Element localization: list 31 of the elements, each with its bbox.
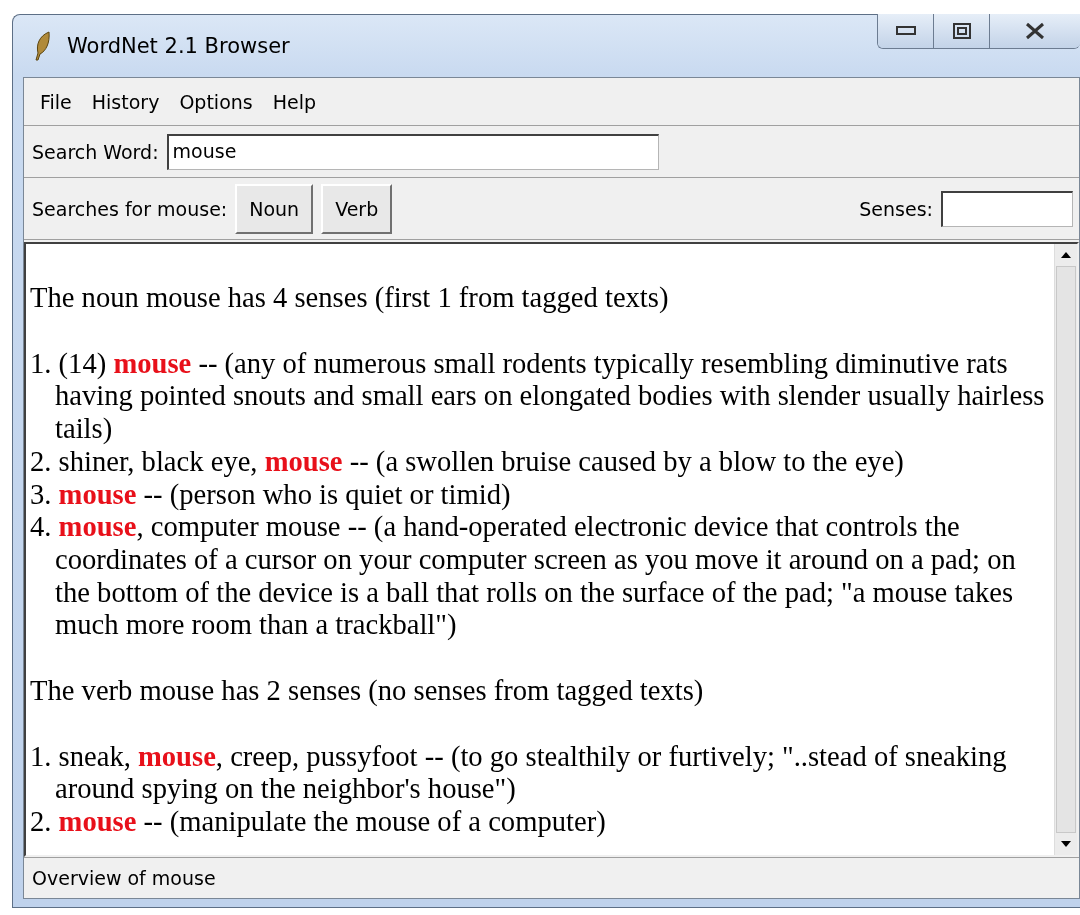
- search-field[interactable]: mouse: [166, 133, 659, 170]
- status-bar: Overview of mouse: [24, 857, 1079, 898]
- scrollbar[interactable]: [1054, 244, 1077, 855]
- minimize-button[interactable]: [878, 14, 934, 48]
- search-type-button[interactable]: Verb: [321, 183, 393, 234]
- scroll-up-icon[interactable]: [1061, 252, 1071, 258]
- maximize-button[interactable]: [934, 14, 990, 48]
- close-button[interactable]: [990, 14, 1080, 48]
- sense-entry: 4. mouse, computer mouse -- (a hand-operated electronic device that controls the coordinates of a cursor on your computer screen as you move it around on a pad; on the bottom of the device is a ball that rolls on the surface of the pad; "a mouse takes much more room than a trackball"): [30, 511, 1017, 643]
- search-label: Search Word:: [32, 140, 159, 163]
- senses-label: Senses:: [859, 197, 933, 220]
- maximize-icon: [952, 23, 971, 39]
- menu-item[interactable]: File: [30, 90, 82, 113]
- minimize-icon: [895, 26, 916, 36]
- menu-item[interactable]: Help: [262, 90, 327, 113]
- menu-item[interactable]: History: [81, 90, 170, 113]
- searches-label: Searches for mouse:: [32, 197, 228, 220]
- feather-icon: [33, 31, 53, 61]
- sense-entry: 1. (14) mouse -- (any of numerous small rodents typically resembling diminutive rats having pointed snouts and small ears on elongated bodies with slender usually hairless tails): [30, 347, 1046, 446]
- sense-entry: 3. mouse -- (person who is quiet or timid): [30, 478, 512, 512]
- scroll-down-icon[interactable]: [1061, 841, 1071, 847]
- section-heading: The verb mouse has 2 senses (no senses from tagged texts): [30, 675, 705, 708]
- window-title: WordNet 2.1 Browser: [67, 34, 290, 58]
- search-type-button[interactable]: Noun: [235, 183, 314, 234]
- menu-item[interactable]: Options: [169, 90, 263, 113]
- sense-entry: 2. mouse -- (manipulate the mouse of a computer): [30, 806, 607, 839]
- senses-field[interactable]: [941, 190, 1073, 227]
- close-icon: [1024, 22, 1046, 40]
- sense-entry: 1. sneak, mouse, creep, pussyfoot -- (to go stealthily or furtively; "..stead of sneaking around spying on the neighbor's house"): [30, 740, 1008, 807]
- sense-entry: 2. shiner, black eye, mouse -- (a swollen bruise caused by a blow to the eye): [30, 445, 905, 479]
- section-heading: The noun mouse has 4 senses (first 1 from tagged texts): [30, 282, 670, 315]
